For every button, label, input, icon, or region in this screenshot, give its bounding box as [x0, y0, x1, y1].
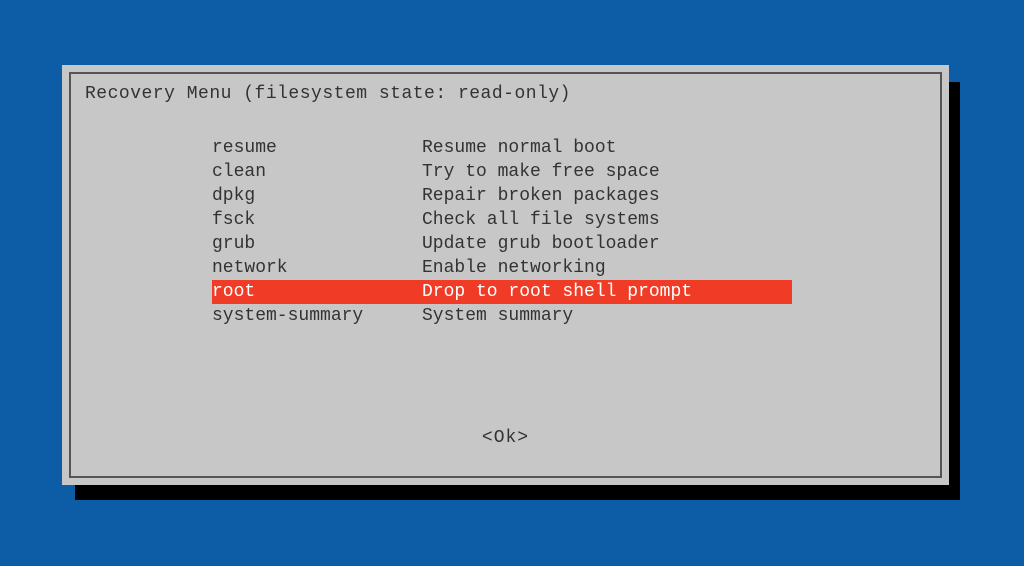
recovery-menu-dialog: Recovery Menu (filesystem state: read-on… [62, 65, 949, 485]
menu-item-network[interactable]: network Enable networking [212, 256, 940, 280]
menu-item-fsck[interactable]: fsck Check all file systems [212, 208, 940, 232]
menu-item-desc: Update grub bootloader [422, 232, 660, 256]
ok-button[interactable]: <Ok> [71, 428, 940, 448]
menu-item-key: network [212, 256, 422, 280]
menu-item-desc: Repair broken packages [422, 184, 660, 208]
menu-item-key: root [212, 280, 422, 304]
menu-item-desc: Drop to root shell prompt [422, 280, 692, 304]
menu-item-key: system-summary [212, 304, 422, 328]
menu-item-desc: Enable networking [422, 256, 606, 280]
menu-item-root[interactable]: root Drop to root shell prompt [212, 280, 792, 304]
menu-item-desc: System summary [422, 304, 573, 328]
menu-item-key: dpkg [212, 184, 422, 208]
dialog-title: Recovery Menu (filesystem state: read-on… [85, 84, 940, 104]
menu-item-dpkg[interactable]: dpkg Repair broken packages [212, 184, 940, 208]
menu-item-desc: Resume normal boot [422, 136, 616, 160]
menu-list[interactable]: resume Resume normal boot clean Try to m… [212, 136, 940, 328]
menu-item-resume[interactable]: resume Resume normal boot [212, 136, 940, 160]
menu-item-clean[interactable]: clean Try to make free space [212, 160, 940, 184]
menu-item-key: fsck [212, 208, 422, 232]
menu-item-key: clean [212, 160, 422, 184]
menu-item-desc: Try to make free space [422, 160, 660, 184]
menu-item-key: resume [212, 136, 422, 160]
menu-item-system-summary[interactable]: system-summary System summary [212, 304, 940, 328]
dialog-border: Recovery Menu (filesystem state: read-on… [69, 72, 942, 478]
menu-item-grub[interactable]: grub Update grub bootloader [212, 232, 940, 256]
menu-item-key: grub [212, 232, 422, 256]
menu-item-desc: Check all file systems [422, 208, 660, 232]
